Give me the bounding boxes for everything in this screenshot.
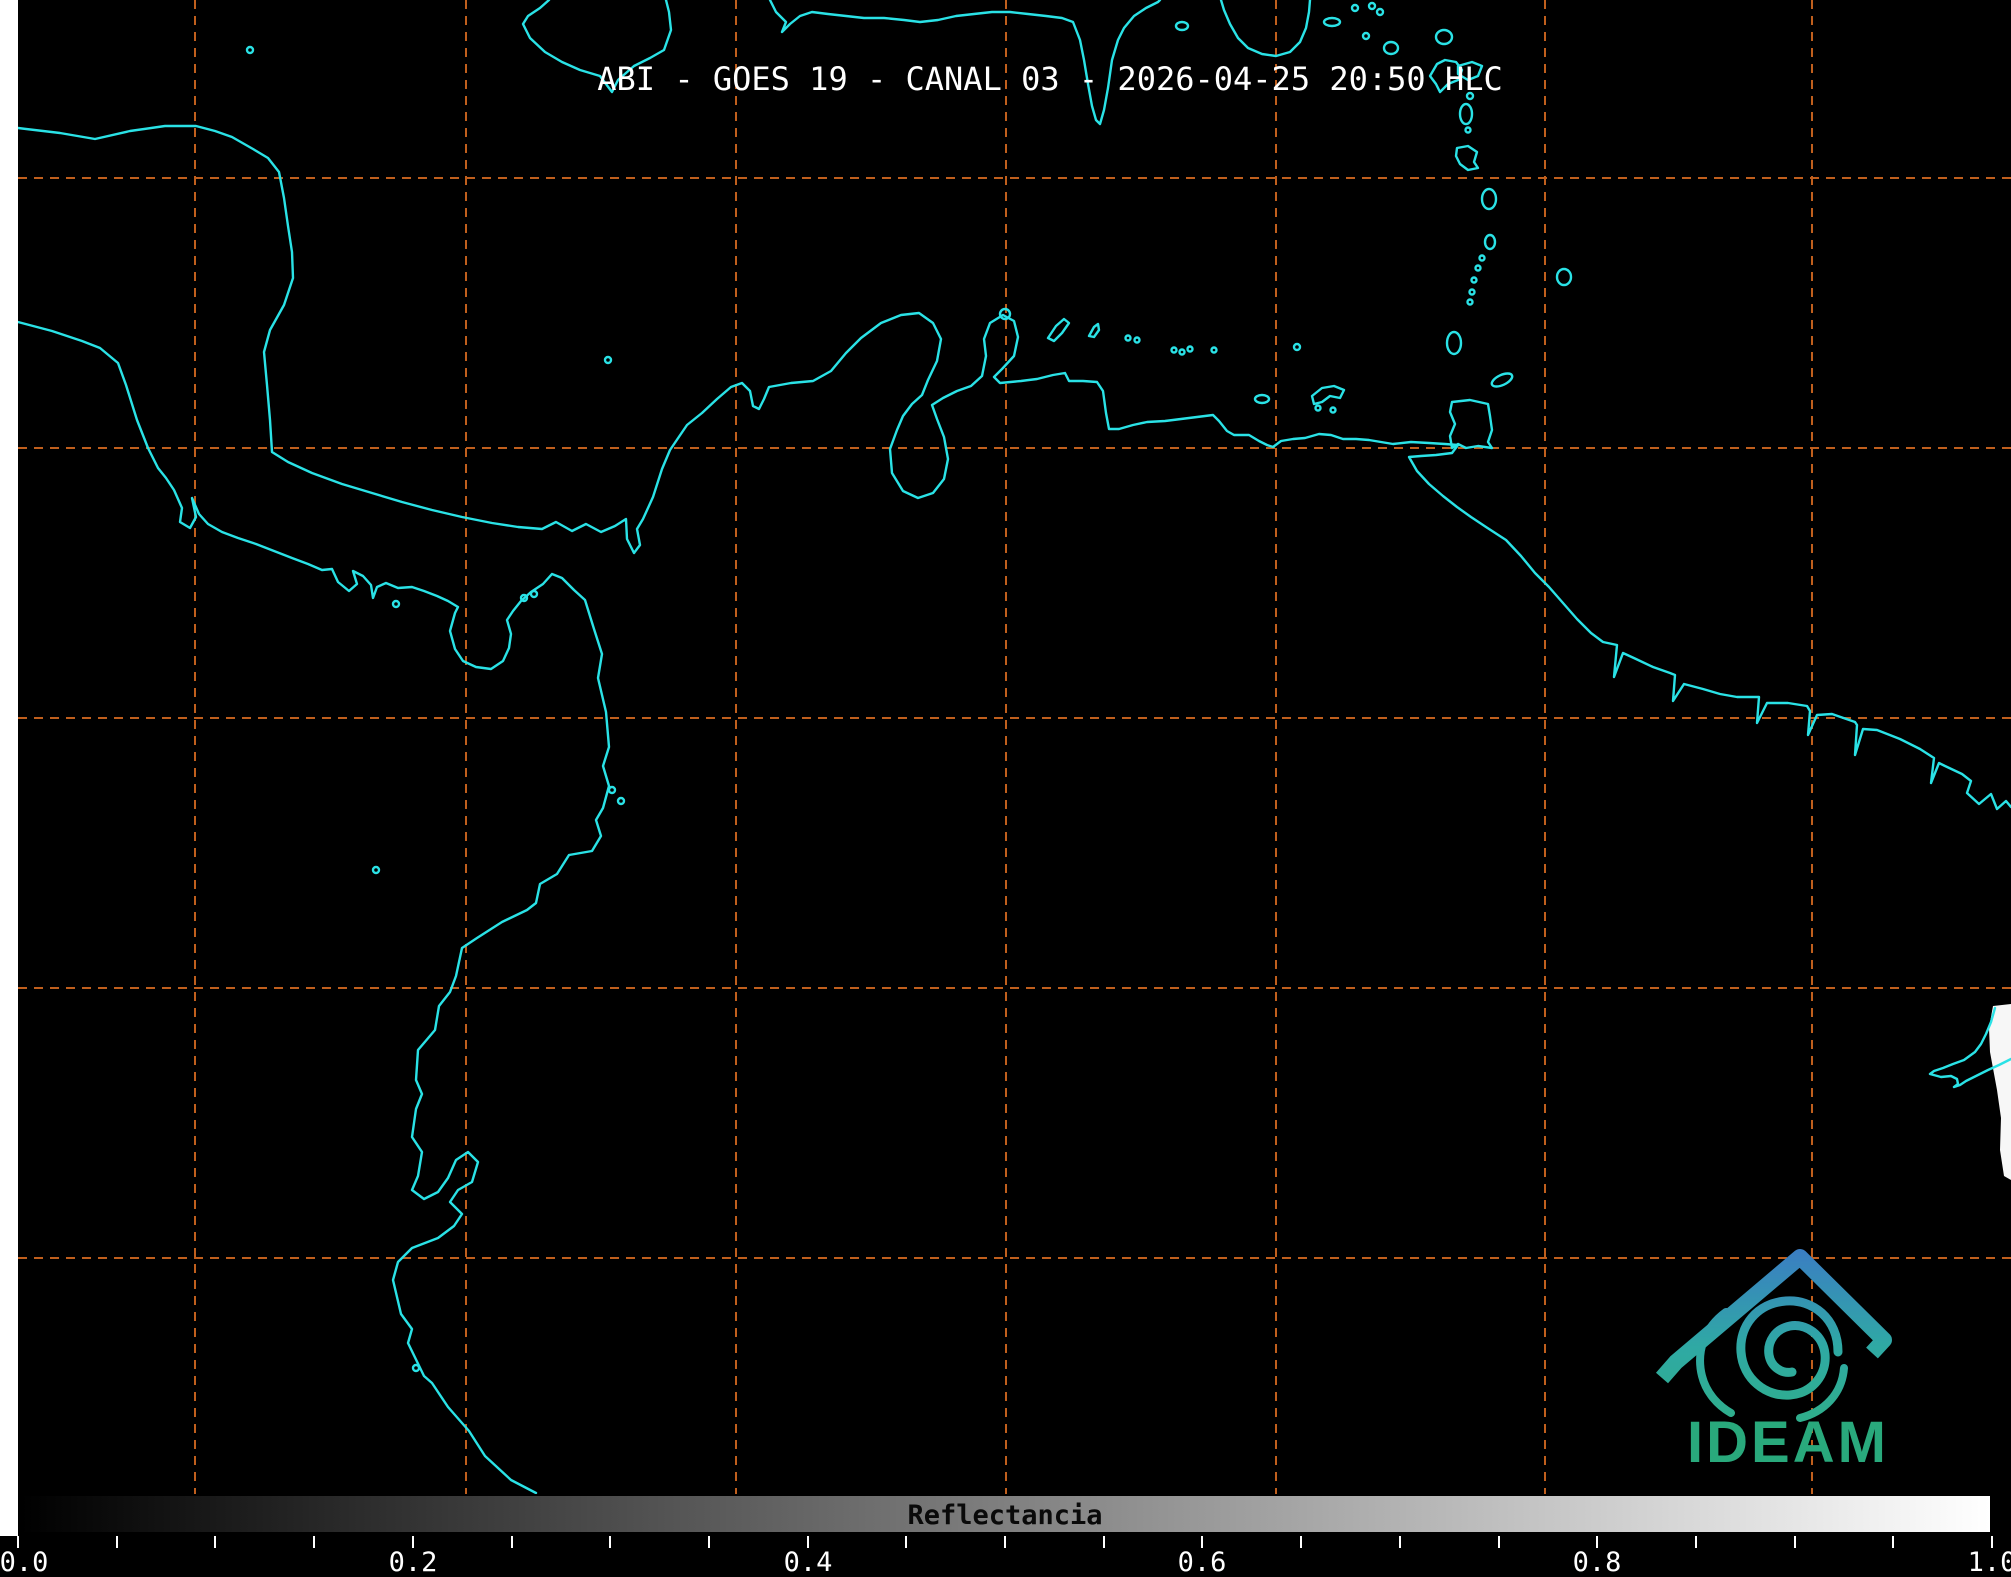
colorbar-tick-label: 0.0 [0, 1547, 48, 1577]
colorbar-tick-label: 0.6 [1178, 1547, 1227, 1577]
colorbar-tick [1498, 1536, 1500, 1548]
colorbar-label: Reflectancia [907, 1500, 1102, 1531]
ideam-logo-text: IDEAM [1687, 1410, 1889, 1475]
cloud-patch [1989, 1004, 2011, 1180]
satellite-image-viewport: IDEAM ABI - GOES 19 - CANAL 03 - 2026-04… [0, 0, 2011, 1577]
colorbar-tick [609, 1536, 611, 1548]
colorbar-tick [905, 1536, 907, 1548]
colorbar-tick-label: 0.4 [784, 1547, 833, 1577]
colorbar-tick [1004, 1536, 1006, 1548]
ideam-mountain-icon [1662, 1257, 1884, 1418]
colorbar-tick [708, 1536, 710, 1548]
figure-left-margin [0, 0, 18, 1536]
colorbar-tick [511, 1536, 513, 1548]
colorbar-tick [1399, 1536, 1401, 1548]
colorbar-tick-label: 0.8 [1573, 1547, 1622, 1577]
colorbar-tick-label: 1.0 [1968, 1547, 2011, 1577]
colorbar-tick [313, 1536, 315, 1548]
colorbar-tick [1892, 1536, 1894, 1548]
colorbar-tick [1794, 1536, 1796, 1548]
colorbar-tick [116, 1536, 118, 1548]
colorbar-tick [214, 1536, 216, 1548]
satellite-map-canvas: IDEAM [0, 0, 2011, 1577]
colorbar-tick [1300, 1536, 1302, 1548]
ideam-logo: IDEAM [1662, 1257, 1889, 1475]
image-title: ABI - GOES 19 - CANAL 03 - 2026-04-25 20… [597, 60, 1502, 98]
colorbar-tick [1695, 1536, 1697, 1548]
colorbar-tick-label: 0.2 [389, 1547, 438, 1577]
coastlines [18, 0, 2011, 1493]
latlon-gridlines [18, 0, 2011, 1494]
colorbar-tick [1103, 1536, 1105, 1548]
